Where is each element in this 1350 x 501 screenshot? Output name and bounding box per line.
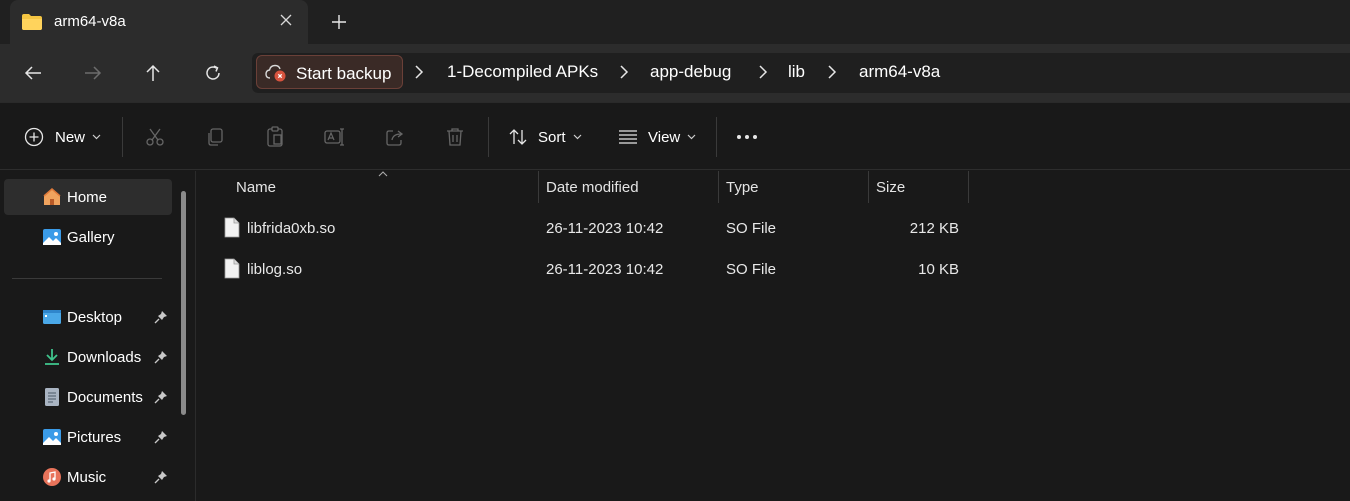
sidebar-item-label: Home (67, 189, 108, 206)
sidebar-item-label: Music (67, 469, 107, 486)
table-row[interactable]: libfrida0xb.so 26-11-2023 10:42 SO File … (197, 209, 977, 247)
file-list: Name Date modified Type Size libfrida0xb… (197, 171, 1350, 501)
divider (122, 117, 123, 157)
chevron-right-icon[interactable] (756, 64, 770, 80)
view-icon (619, 130, 637, 144)
divider (488, 117, 489, 157)
documents-icon (45, 388, 59, 406)
view-button[interactable]: View (618, 123, 696, 151)
tab-strip: arm64-v8a (0, 0, 1350, 44)
breadcrumb-app-debug[interactable]: app-debug (650, 62, 731, 82)
home-icon (43, 188, 61, 205)
folder-icon (22, 14, 42, 30)
chevron-right-icon[interactable] (825, 64, 839, 80)
view-label: View (648, 128, 681, 146)
cut-icon[interactable] (143, 123, 167, 151)
pin-icon[interactable] (154, 430, 168, 444)
download-icon (45, 349, 59, 365)
tab-arm64-v8a[interactable]: arm64-v8a (10, 0, 308, 44)
more-icon[interactable] (735, 123, 759, 151)
file-name: libfrida0xb.so (247, 220, 336, 237)
pin-icon[interactable] (154, 310, 168, 324)
chevron-down-icon (687, 134, 696, 140)
file-size: 212 KB (909, 220, 959, 237)
file-type: SO File (726, 261, 777, 278)
file-icon (224, 217, 240, 238)
breadcrumb-lib[interactable]: lib (788, 62, 805, 82)
sidebar-item-label: Downloads (67, 349, 142, 366)
chevron-right-icon[interactable] (412, 64, 426, 80)
column-header-size[interactable]: Size (869, 171, 968, 203)
sort-label: Sort (538, 128, 566, 146)
pin-icon[interactable] (154, 350, 168, 364)
cloud-backup-icon (265, 64, 286, 82)
sidebar-item-documents[interactable]: Documents (4, 379, 172, 415)
arrow-up-icon[interactable] (138, 58, 168, 88)
chevron-down-icon (92, 134, 101, 140)
sidebar-item-music[interactable]: Music (4, 459, 172, 495)
sidebar-item-home[interactable]: Home (4, 179, 172, 215)
command-bar: New Sort View (0, 102, 1350, 170)
music-icon (43, 468, 61, 486)
new-label: New (55, 128, 86, 146)
breadcrumb-arm64-v8a[interactable]: arm64-v8a (859, 62, 940, 82)
file-name: liblog.so (247, 261, 303, 278)
new-button[interactable]: New (24, 123, 101, 151)
copy-icon[interactable] (203, 123, 227, 151)
arrow-right-icon[interactable] (78, 58, 108, 88)
column-header-name[interactable]: Name (197, 171, 538, 203)
desktop-icon (43, 310, 61, 324)
sidebar-item-label: Documents (67, 389, 143, 406)
refresh-icon[interactable] (198, 58, 228, 88)
sidebar-item-pictures[interactable]: Pictures (4, 419, 172, 455)
sort-button[interactable]: Sort (508, 123, 582, 151)
navigation-bar: Start backup 1-Decompiled APKs app-debug… (0, 44, 1350, 102)
sidebar-item-label: Pictures (67, 429, 122, 446)
address-bar[interactable]: Start backup 1-Decompiled APKs app-debug… (252, 53, 1350, 93)
add-circle-icon (24, 127, 44, 147)
tab-title: arm64-v8a (54, 13, 126, 30)
column-header-type[interactable]: Type (719, 171, 868, 203)
rename-icon[interactable] (323, 123, 347, 151)
navigation-pane: Home Gallery Desktop Downloads Documents… (0, 171, 196, 501)
sidebar-item-label: Gallery (67, 229, 115, 246)
gallery-icon (43, 229, 61, 245)
file-date-modified: 26-11-2023 10:42 (546, 261, 664, 278)
plus-icon[interactable] (326, 10, 352, 36)
table-row[interactable]: liblog.so 26-11-2023 10:42 SO File 10 KB (197, 250, 977, 288)
column-divider[interactable] (968, 171, 969, 203)
sidebar-scrollbar[interactable] (181, 191, 186, 415)
file-size: 10 KB (918, 261, 959, 278)
pin-icon[interactable] (154, 390, 168, 404)
sidebar-item-desktop[interactable]: Desktop (4, 299, 172, 335)
file-type: SO File (726, 220, 777, 237)
paste-icon[interactable] (263, 123, 287, 151)
sort-icon (509, 129, 527, 145)
chevron-right-icon[interactable] (617, 64, 631, 80)
divider (12, 278, 162, 279)
sidebar-item-downloads[interactable]: Downloads (4, 339, 172, 375)
close-icon[interactable] (274, 10, 298, 34)
breadcrumb-1-decompiled-apks[interactable]: 1-Decompiled APKs (447, 62, 598, 82)
file-date-modified: 26-11-2023 10:42 (546, 220, 664, 237)
start-backup-label: Start backup (296, 64, 392, 83)
file-icon (224, 258, 240, 279)
pictures-icon (43, 429, 61, 445)
arrow-left-icon[interactable] (18, 58, 48, 88)
sidebar-item-label: Desktop (67, 309, 123, 326)
sidebar-item-gallery[interactable]: Gallery (4, 219, 172, 255)
pin-icon[interactable] (154, 470, 168, 484)
share-icon[interactable] (383, 123, 407, 151)
delete-icon[interactable] (443, 123, 467, 151)
column-header-date-modified[interactable]: Date modified (539, 171, 718, 203)
start-backup-button[interactable]: Start backup (256, 55, 403, 89)
chevron-down-icon (573, 134, 581, 140)
divider (716, 117, 717, 157)
